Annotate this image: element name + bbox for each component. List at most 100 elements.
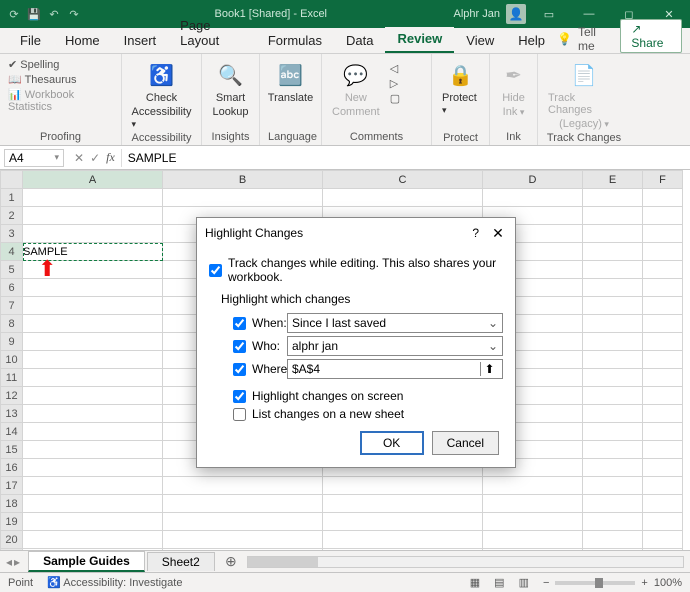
cell[interactable] — [643, 441, 683, 459]
dialog-help-icon[interactable]: ? — [472, 226, 479, 240]
cell[interactable] — [583, 207, 643, 225]
cell[interactable] — [23, 315, 163, 333]
cell[interactable] — [323, 189, 483, 207]
track-changes-checkbox[interactable]: Track changes while editing. This also s… — [209, 254, 503, 286]
add-sheet-button[interactable]: ⊕ — [221, 553, 241, 570]
cell[interactable] — [643, 459, 683, 477]
cell[interactable] — [643, 369, 683, 387]
list-on-new-sheet-checkbox[interactable]: List changes on a new sheet — [233, 405, 503, 423]
range-selector-icon[interactable]: ⬆ — [480, 362, 498, 376]
protect-button[interactable]: 🔒 Protect — [440, 58, 481, 130]
cell[interactable] — [583, 459, 643, 477]
user-avatar-icon[interactable]: 👤 — [506, 4, 526, 24]
cell[interactable] — [643, 495, 683, 513]
tab-view[interactable]: View — [454, 29, 506, 53]
cell[interactable] — [583, 549, 643, 551]
cell[interactable] — [23, 351, 163, 369]
cell[interactable] — [163, 477, 323, 495]
sheet-nav-prev-icon[interactable]: ◂ — [6, 555, 12, 569]
cell[interactable] — [23, 261, 163, 279]
cell[interactable] — [323, 531, 483, 549]
minimize-button[interactable]: — — [572, 0, 606, 28]
smart-lookup-button[interactable]: 🔍 Smart Lookup — [210, 58, 250, 118]
row-header-5[interactable]: 5 — [1, 261, 23, 279]
horizontal-scrollbar[interactable] — [247, 556, 684, 568]
cell[interactable] — [643, 207, 683, 225]
sheet-tab-sheet2[interactable]: Sheet2 — [147, 552, 215, 571]
thesaurus-button[interactable]: 📖 Thesaurus — [8, 73, 113, 86]
cell[interactable] — [323, 513, 483, 531]
row-header-13[interactable]: 13 — [1, 405, 23, 423]
where-checkbox[interactable]: Where: — [233, 362, 279, 376]
cell[interactable] — [583, 351, 643, 369]
name-box-dropdown-icon[interactable]: ▾ — [54, 152, 59, 163]
row-header-16[interactable]: 16 — [1, 459, 23, 477]
tell-me[interactable]: 💡 Tell me — [557, 25, 608, 53]
formula-input[interactable]: SAMPLE — [121, 149, 690, 167]
cell[interactable] — [23, 279, 163, 297]
col-header-B[interactable]: B — [163, 171, 323, 189]
translate-button[interactable]: 🔤 Translate — [266, 58, 315, 118]
col-header-F[interactable]: F — [643, 171, 683, 189]
cell[interactable] — [163, 513, 323, 531]
highlight-on-screen-checkbox[interactable]: Highlight changes on screen — [233, 387, 503, 405]
cell[interactable] — [583, 441, 643, 459]
row-header-7[interactable]: 7 — [1, 297, 23, 315]
cell[interactable] — [583, 225, 643, 243]
cell[interactable] — [643, 513, 683, 531]
cell[interactable] — [23, 225, 163, 243]
tab-review[interactable]: Review — [385, 27, 454, 53]
cell[interactable] — [643, 477, 683, 495]
check-accessibility-button[interactable]: ♿ Check Accessibility — [130, 58, 194, 130]
enter-formula-icon[interactable]: ✓ — [90, 151, 100, 165]
cell[interactable] — [583, 495, 643, 513]
cell[interactable] — [643, 297, 683, 315]
cancel-formula-icon[interactable]: ✕ — [74, 151, 84, 165]
row-header-20[interactable]: 20 — [1, 531, 23, 549]
zoom-slider[interactable] — [555, 581, 635, 585]
name-box[interactable]: A4 ▾ — [4, 149, 64, 167]
undo-icon[interactable]: ↶ — [46, 6, 62, 22]
cell[interactable] — [163, 189, 323, 207]
cell[interactable] — [23, 459, 163, 477]
cell[interactable] — [583, 315, 643, 333]
cell[interactable] — [23, 189, 163, 207]
ok-button[interactable]: OK — [360, 431, 424, 455]
prev-comment-icon[interactable]: ◁ — [390, 62, 400, 75]
tab-data[interactable]: Data — [334, 29, 385, 53]
row-header-15[interactable]: 15 — [1, 441, 23, 459]
status-accessibility[interactable]: ♿ Accessibility: Investigate — [47, 576, 182, 589]
view-page-layout-icon[interactable]: ▤ — [494, 576, 504, 589]
workbook-stats-button[interactable]: 📊 Workbook Statistics — [8, 88, 113, 113]
row-header-9[interactable]: 9 — [1, 333, 23, 351]
cell[interactable] — [323, 549, 483, 551]
zoom-out-icon[interactable]: − — [543, 577, 549, 589]
cell[interactable] — [643, 549, 683, 551]
cell[interactable] — [163, 495, 323, 513]
cell[interactable] — [323, 477, 483, 495]
col-header-A[interactable]: A — [23, 171, 163, 189]
ribbon-options-icon[interactable]: ▭ — [532, 0, 566, 28]
cell[interactable] — [483, 189, 583, 207]
cell[interactable] — [23, 441, 163, 459]
cell[interactable] — [483, 549, 583, 551]
cell[interactable] — [23, 549, 163, 551]
cell[interactable] — [583, 261, 643, 279]
spelling-button[interactable]: ✔ Spelling — [8, 58, 113, 71]
cell[interactable] — [23, 333, 163, 351]
row-header-19[interactable]: 19 — [1, 513, 23, 531]
when-checkbox[interactable]: When: — [233, 316, 279, 330]
cell[interactable] — [323, 495, 483, 513]
zoom-control[interactable]: − + 100% — [543, 577, 682, 589]
cell[interactable] — [483, 513, 583, 531]
cell[interactable] — [483, 495, 583, 513]
cell[interactable] — [583, 279, 643, 297]
zoom-in-icon[interactable]: + — [641, 577, 647, 589]
cancel-button[interactable]: Cancel — [432, 431, 499, 455]
row-header-17[interactable]: 17 — [1, 477, 23, 495]
col-header-D[interactable]: D — [483, 171, 583, 189]
cell[interactable] — [643, 405, 683, 423]
tab-help[interactable]: Help — [506, 29, 557, 53]
tab-formulas[interactable]: Formulas — [256, 29, 334, 53]
cell[interactable] — [23, 423, 163, 441]
